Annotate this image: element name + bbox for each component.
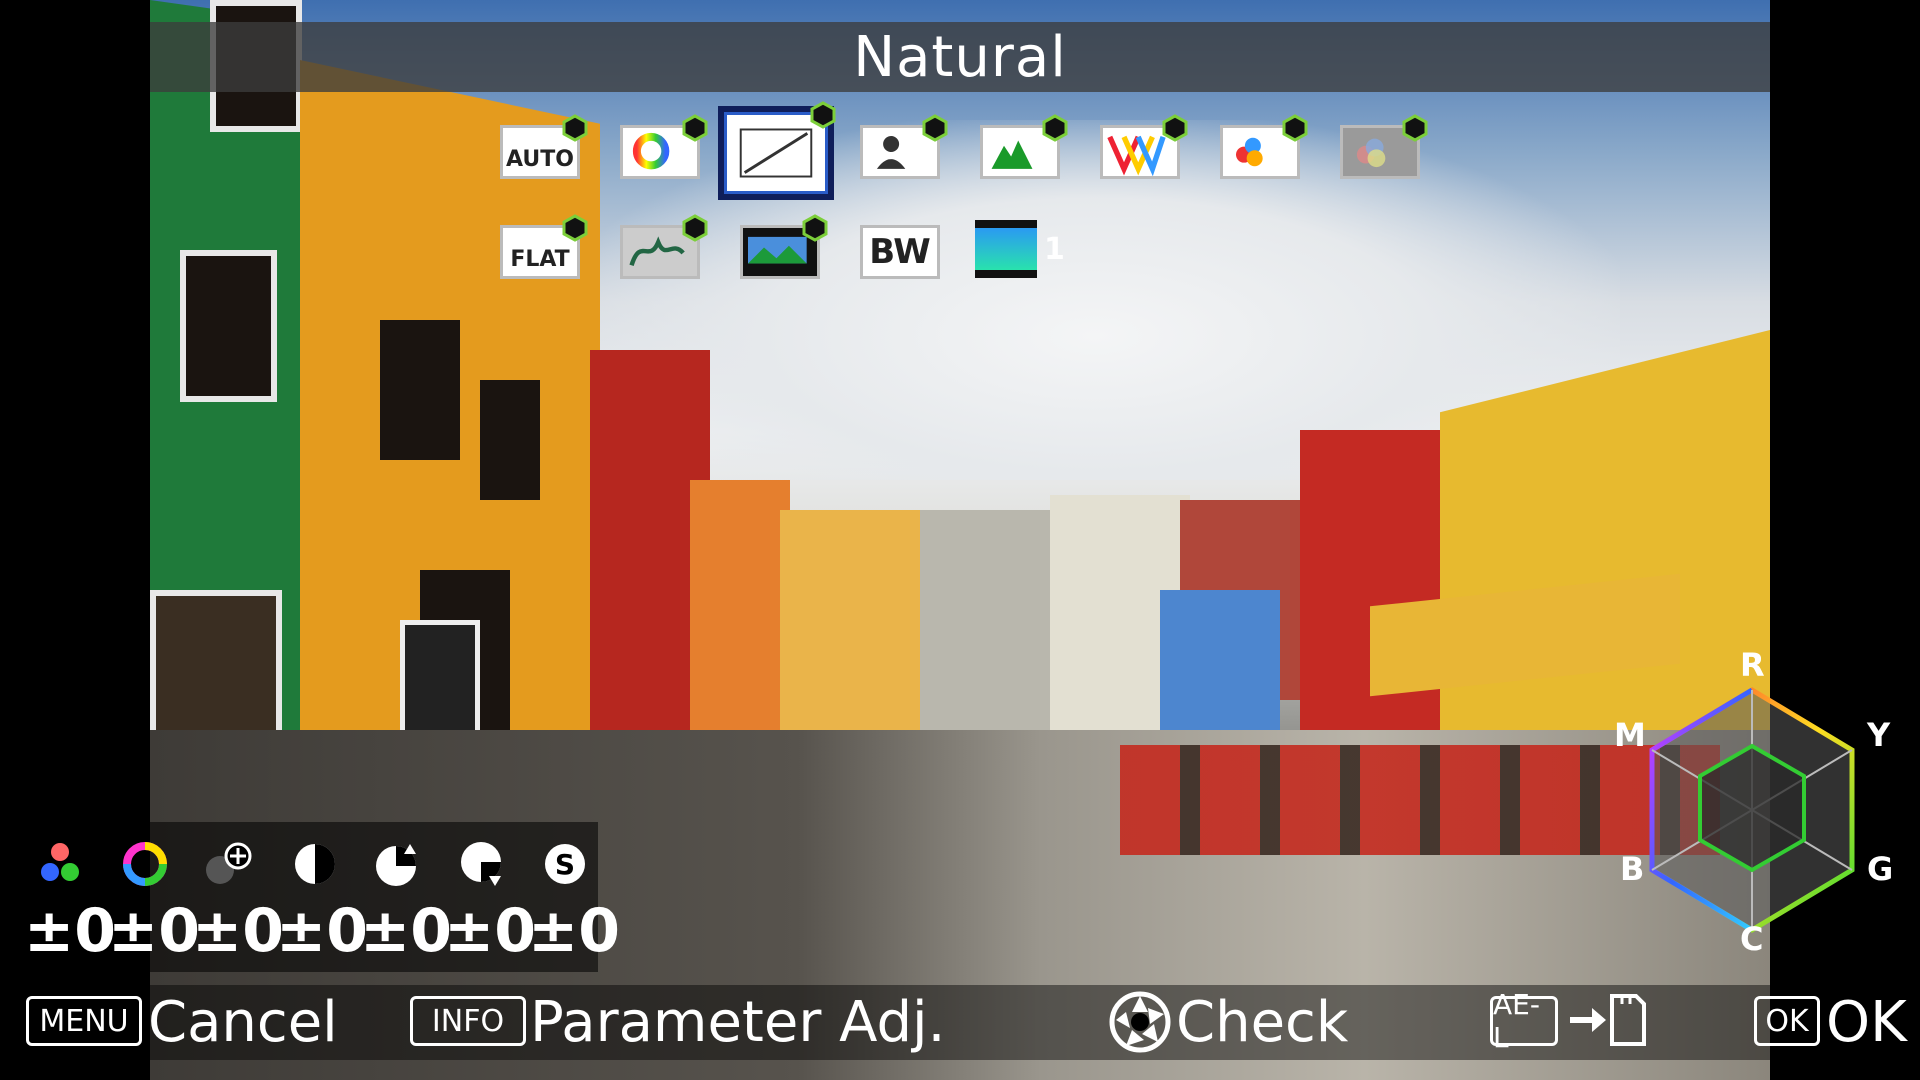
hex-label-g: G [1867,850,1894,888]
contrast-highlight-icon [376,844,416,886]
color-hexagon-chart: R Y G C B M [1610,646,1910,958]
finish-flat-button[interactable]: FLAT [500,214,588,279]
cancel-label: Cancel [148,990,338,1055]
finish-natural-button[interactable] [724,101,836,194]
sharpness-value: ±0 [528,896,621,966]
page-title: Natural [853,24,1067,90]
hue-icon [123,842,167,886]
hexagon-badge-icon [1042,114,1068,142]
ok-label: OK [1826,990,1907,1055]
hex-label-m: M [1614,716,1646,754]
info-key-button[interactable]: INFO [410,996,526,1046]
flat-label: FLAT [510,247,570,272]
hue-value: ±0 [108,896,201,966]
hexagon-badge-icon [682,114,708,142]
finish-monochrome-button[interactable]: BW [860,225,940,279]
hex-label-c: C [1740,920,1764,958]
saturation-value: ±0 [24,896,117,966]
ae-lock-key-button[interactable]: AE-L [1490,988,1558,1054]
contrast-icon [295,844,335,884]
finish-vibrant-button[interactable] [1100,114,1188,179]
hex-label-b: B [1620,850,1645,888]
ok-key-button[interactable]: OK [1754,996,1820,1046]
hexagon-badge-icon [1162,114,1188,142]
hexagon-badge-icon [562,114,588,142]
hexagon-badge-icon [1282,114,1308,142]
check-label: Check [1176,990,1349,1055]
contrast-value: ±0 [276,896,369,966]
bw-label: BW [869,232,931,272]
svg-text:S: S [555,848,575,881]
cross-processing-number: 1 [1044,232,1065,267]
finish-auto-button[interactable]: AUTO [500,114,588,179]
film-strip-icon [975,220,1037,278]
hexagon-badge-icon [810,101,836,129]
contrast-shadow-value: ±0 [444,896,537,966]
hexagon-badge-icon [1402,114,1428,142]
finish-portrait-button[interactable] [860,114,948,179]
saturation-icon [41,843,79,881]
high-low-key-icon [206,842,252,884]
hexagon-graph [1649,687,1855,933]
contrast-highlight-value: ±0 [360,896,453,966]
auto-label: AUTO [506,147,574,172]
save-to-card-icon [1570,994,1646,1046]
finish-bright-button[interactable] [620,114,708,179]
hexagon-badge-icon [562,214,588,242]
hexagon-badge-icon [922,114,948,142]
finish-radiant-button[interactable] [1220,114,1308,179]
finish-reversal-film-button[interactable] [740,214,828,279]
high-low-key-value: ±0 [192,896,285,966]
hex-label-r: R [1740,646,1765,684]
parameter-adj-label: Parameter Adj. [530,990,946,1055]
menu-key-button[interactable]: MENU [26,996,142,1046]
hexagon-badge-icon [682,214,708,242]
finish-landscape-button[interactable] [980,114,1068,179]
title-bar: Natural [150,22,1770,92]
sharpness-icon: S [545,844,585,884]
finish-bleach-bypass-button[interactable] [620,214,708,279]
finish-cross-processing-button[interactable] [975,220,1037,278]
finish-muted-button[interactable] [1340,114,1428,179]
aperture-dial-icon[interactable] [1108,990,1172,1054]
hex-label-y: Y [1867,716,1891,754]
contrast-shadow-icon [461,842,501,886]
hexagon-badge-icon [802,214,828,242]
